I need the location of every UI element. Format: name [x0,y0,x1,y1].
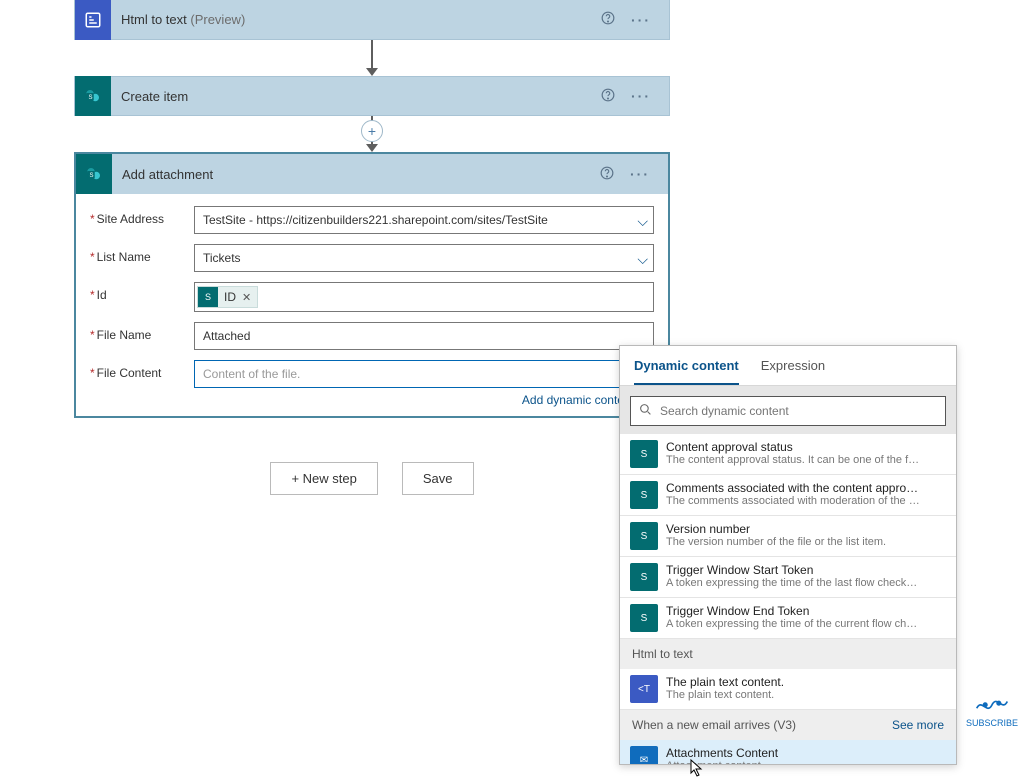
action-header[interactable]: S Add attachment ··· [76,154,668,194]
html-icon: <T [630,675,658,703]
search-input[interactable] [630,396,946,426]
help-icon[interactable] [593,11,623,28]
insert-step-button[interactable]: + [361,120,383,142]
sharepoint-icon: S [630,563,658,591]
action-create-item[interactable]: S Create item ··· [74,76,670,116]
new-step-button[interactable]: + New step [270,462,377,495]
svg-text:S: S [90,173,94,179]
help-icon[interactable] [592,166,622,183]
svg-text:S: S [89,95,93,101]
file-content-input[interactable]: Content of the file. [194,360,654,388]
list-item-attachments-content[interactable]: ✉ Attachments ContentAttachment content [620,740,956,764]
popup-tabs: Dynamic content Expression [620,346,956,386]
more-menu-icon[interactable]: ··· [622,166,658,182]
outlook-icon: ✉ [630,746,658,764]
dynamic-content-popup: Dynamic content Expression S Content app… [619,345,957,765]
list-item[interactable]: S Comments associated with the content a… [620,475,956,516]
remove-token-icon[interactable]: ✕ [242,291,251,304]
sharepoint-icon: S [76,154,112,194]
list-item[interactable]: S Version numberThe version number of th… [620,516,956,557]
tab-dynamic-content[interactable]: Dynamic content [634,346,739,385]
label-list-name: *List Name [90,244,194,264]
dynamic-content-list[interactable]: S Content approval statusThe content app… [620,434,956,764]
list-item[interactable]: S Trigger Window End TokenA token expres… [620,598,956,639]
help-icon[interactable] [593,88,623,105]
tab-expression[interactable]: Expression [761,346,825,385]
search-icon [639,403,652,419]
more-menu-icon[interactable]: ··· [623,88,659,104]
group-header-html-to-text: Html to text [620,639,956,669]
see-more-link[interactable]: See more [892,718,944,732]
group-header-email-v3: When a new email arrives (V3) See more [620,710,956,740]
add-dynamic-content-link[interactable]: Add dynamic content ⚡ [90,390,654,410]
save-button[interactable]: Save [402,462,474,495]
file-name-input[interactable]: Attached [194,322,654,350]
label-file-content: *File Content [90,360,194,380]
id-input[interactable]: S ID ✕ [194,282,654,312]
sharepoint-icon: S [630,604,658,632]
action-add-attachment: S Add attachment ··· *Site Address TestS… [74,152,670,418]
list-item[interactable]: S Content approval statusThe content app… [620,434,956,475]
id-token[interactable]: S ID ✕ [197,286,258,308]
action-html-to-text[interactable]: Html to text (Preview) ··· [74,0,670,40]
sharepoint-icon: S [630,440,658,468]
action-title: Html to text (Preview) [121,12,593,27]
label-site-address: *Site Address [90,206,194,226]
sharepoint-icon: S [630,481,658,509]
list-item[interactable]: <T The plain text content.The plain text… [620,669,956,710]
search-field[interactable] [660,404,937,418]
label-file-name: *File Name [90,322,194,342]
more-menu-icon[interactable]: ··· [623,12,659,28]
action-title: Create item [121,89,593,104]
label-id: *Id [90,282,194,302]
html-icon [75,0,111,40]
list-name-select[interactable]: Tickets ⌵ [194,244,654,272]
list-item[interactable]: S Trigger Window Start TokenA token expr… [620,557,956,598]
sharepoint-icon: S [630,522,658,550]
subscribe-watermark: SUBSCRIBE [966,691,1018,728]
site-address-select[interactable]: TestSite - https://citizenbuilders221.sh… [194,206,654,234]
sharepoint-icon: S [75,76,111,116]
action-title: Add attachment [122,167,592,182]
